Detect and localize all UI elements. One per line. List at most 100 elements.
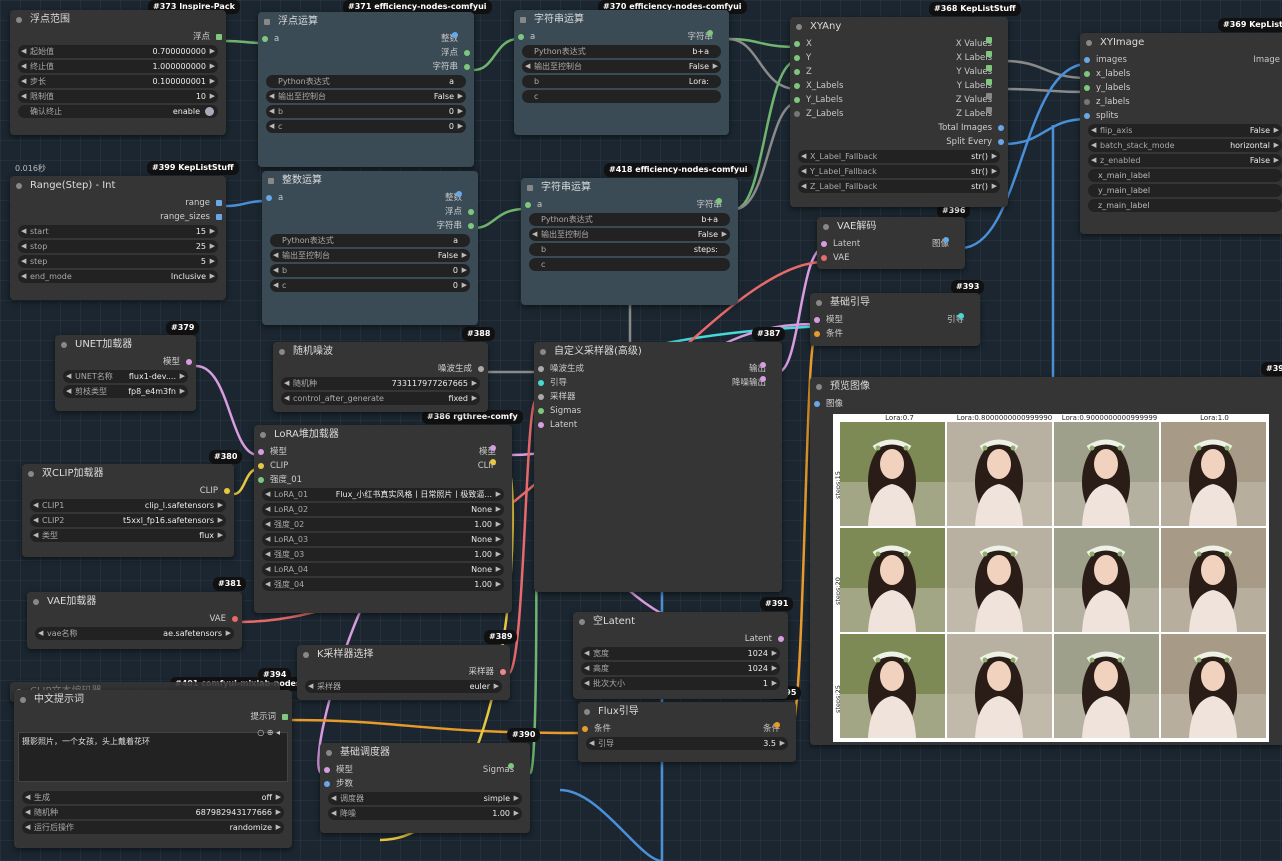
socket-icon[interactable]	[1084, 85, 1090, 91]
output-slot[interactable]: 噪波生成	[273, 362, 488, 376]
io-row[interactable]: YX Labels	[790, 51, 1008, 65]
collapse-dot-icon[interactable]	[540, 349, 546, 355]
node-title[interactable]: UNET加载器	[55, 335, 196, 355]
arrow-left-icon[interactable]: ◀	[284, 392, 289, 405]
io-row[interactable]: a 字符串	[514, 30, 729, 44]
widget-limit[interactable]: ◀ 限制值 10 ▶	[18, 90, 218, 103]
node-basic-scheduler[interactable]: 基础调度器 模型 Sigmas 步数 ◀ 调度器 simple ▶ ◀ 降噪 1.00 ▶	[320, 743, 530, 833]
grid-thumbnail[interactable]	[947, 634, 1052, 738]
io-row[interactable]: 模型 模型	[254, 445, 512, 459]
output-slot[interactable]: 字符串	[262, 219, 478, 233]
arrow-left-icon[interactable]: ◀	[25, 806, 30, 819]
socket-icon[interactable]	[943, 237, 949, 243]
arrow-right-icon[interactable]: ▶	[1274, 124, 1279, 137]
arrow-right-icon[interactable]: ▶	[226, 627, 231, 640]
socket-icon[interactable]	[1084, 113, 1090, 119]
socket-icon[interactable]	[452, 32, 458, 38]
arrow-right-icon[interactable]: ▶	[210, 270, 215, 283]
arrow-right-icon[interactable]: ▶	[496, 488, 501, 501]
widget-lora-04[interactable]: ◀ LoRA_04 None ▶	[262, 563, 504, 576]
grid-thumbnail[interactable]	[1054, 422, 1159, 526]
socket-icon[interactable]	[538, 422, 544, 428]
grid-socket-icon[interactable]	[986, 79, 992, 85]
io-row[interactable]: ZY Values	[790, 65, 1008, 79]
output-slot[interactable]: 提示词	[14, 710, 292, 724]
arrow-right-icon[interactable]: ▶	[494, 680, 499, 693]
arrow-left-icon[interactable]: ◀	[273, 249, 278, 262]
grid-thumbnail[interactable]	[1161, 422, 1266, 526]
output-slot[interactable]: 浮点	[10, 30, 226, 44]
socket-icon[interactable]	[794, 97, 800, 103]
grid-thumbnail[interactable]	[1161, 528, 1266, 632]
widget-lora-01[interactable]: ◀ LoRA_01 Flux_小红书真实风格丨日常照片丨极致逼... ▶	[262, 488, 504, 501]
io-row[interactable]: Latent 图像	[817, 237, 965, 251]
socket-icon[interactable]	[814, 401, 820, 407]
toggle-knob-icon[interactable]	[205, 107, 214, 116]
arrow-right-icon[interactable]: ▶	[462, 279, 467, 292]
io-row[interactable]: XX Values	[790, 37, 1008, 51]
widget-strength-04[interactable]: ◀ 强度_04 1.00 ▶	[262, 578, 504, 591]
input-slot[interactable]: splits	[1080, 109, 1282, 123]
widget-expression[interactable]: Python表达式 a	[270, 234, 470, 247]
node-sampler-custom-advanced[interactable]: 自定义采样器(高级) 噪波生成 输出 引导 降噪输出 采样器 Sigmas Late…	[534, 342, 782, 592]
socket-icon[interactable]	[716, 198, 722, 204]
node-title[interactable]: K采样器选择	[297, 645, 510, 665]
arrow-right-icon[interactable]: ▶	[276, 821, 281, 834]
collapse-dot-icon[interactable]	[579, 619, 585, 625]
socket-icon[interactable]	[814, 317, 820, 323]
arrow-right-icon[interactable]: ▶	[458, 105, 463, 118]
arrow-left-icon[interactable]: ◀	[25, 791, 30, 804]
socket-icon[interactable]	[778, 636, 784, 642]
grid-socket-icon[interactable]	[216, 200, 222, 206]
socket-icon[interactable]	[266, 195, 272, 201]
socket-icon[interactable]	[794, 83, 800, 89]
arrow-left-icon[interactable]: ◀	[801, 165, 806, 178]
widget-strength-02[interactable]: ◀ 强度_02 1.00 ▶	[262, 518, 504, 531]
collapse-dot-icon[interactable]	[20, 697, 26, 703]
node-title[interactable]: 随机噪波	[273, 342, 488, 362]
grid-socket-icon[interactable]	[986, 51, 992, 57]
arrow-left-icon[interactable]: ◀	[265, 503, 270, 516]
node-lora-stack-loader[interactable]: LoRA堆加载器 模型 模型 CLIP CLIP 强度_01 ◀ LoRA_01 Flu…	[254, 425, 512, 613]
arrow-right-icon[interactable]: ▶	[496, 578, 501, 591]
collapse-dot-icon[interactable]	[816, 300, 822, 306]
arrow-right-icon[interactable]: ▶	[210, 75, 215, 88]
input-slot[interactable]: 图像	[810, 397, 1282, 411]
collapse-dot-icon[interactable]	[796, 24, 802, 30]
grid-socket-icon[interactable]	[216, 214, 222, 220]
output-slot[interactable]: Split Every	[790, 135, 1008, 149]
widget-console[interactable]: ◀ 输出至控制台 False ▶	[270, 249, 470, 262]
arrow-right-icon[interactable]: ▶	[218, 529, 223, 542]
socket-icon[interactable]	[518, 34, 524, 40]
widget-expression[interactable]: Python表达式 b+a	[529, 213, 730, 226]
node-float-math[interactable]: 浮点运算 a 整数 浮点 字符串 Python表达式 a ◀ 输出至控制台 False ▶…	[258, 12, 474, 167]
socket-icon[interactable]	[538, 366, 544, 372]
widget-step[interactable]: ◀ step 5 ▶	[18, 255, 218, 268]
arrow-left-icon[interactable]: ◀	[269, 120, 274, 133]
socket-icon[interactable]	[186, 359, 192, 365]
arrow-right-icon[interactable]: ▶	[472, 392, 477, 405]
node-chinese-prompt[interactable]: 中文提示词 提示词 ○ ⊕ ◂ 摄影照片，一个女孩，头上戴着花环 ◀ 生成 off ▶…	[14, 690, 292, 848]
widget-denoise[interactable]: ◀ 降噪 1.00 ▶	[328, 807, 522, 820]
arrow-right-icon[interactable]: ▶	[772, 677, 777, 690]
node-ksampler-select[interactable]: K采样器选择 采样器 ◀ 采样器 euler ▶	[297, 645, 510, 700]
node-basic-guider[interactable]: 基础引导 模型 引导 条件	[810, 293, 980, 346]
widget-console[interactable]: ◀ 输出至控制台 False ▶	[529, 228, 730, 241]
arrow-right-icon[interactable]: ▶	[458, 90, 463, 103]
arrow-right-icon[interactable]: ▶	[210, 60, 215, 73]
arrow-right-icon[interactable]: ▶	[992, 180, 997, 193]
socket-icon[interactable]	[760, 376, 766, 382]
collapse-dot-icon[interactable]	[33, 599, 39, 605]
grid-socket-icon[interactable]	[986, 65, 992, 71]
node-title[interactable]: 自定义采样器(高级)	[534, 342, 782, 362]
arrow-right-icon[interactable]: ▶	[496, 533, 501, 546]
arrow-left-icon[interactable]: ◀	[1091, 139, 1096, 152]
widget-y-fallback[interactable]: ◀ Y_Label_Fallback str() ▶	[798, 165, 1000, 178]
socket-icon[interactable]	[794, 111, 800, 117]
node-string-math-1[interactable]: 字符串运算 a 字符串 Python表达式 b+a ◀ 输出至控制台 False ▶ bL…	[514, 10, 729, 135]
input-slot[interactable]: 条件	[810, 327, 980, 341]
widget-batch-stack[interactable]: ◀ batch_stack_mode horizontal ▶	[1088, 139, 1282, 152]
collapse-dot-icon[interactable]	[16, 17, 22, 23]
node-title[interactable]: 预览图像	[810, 377, 1282, 397]
arrow-right-icon[interactable]: ▶	[210, 45, 215, 58]
